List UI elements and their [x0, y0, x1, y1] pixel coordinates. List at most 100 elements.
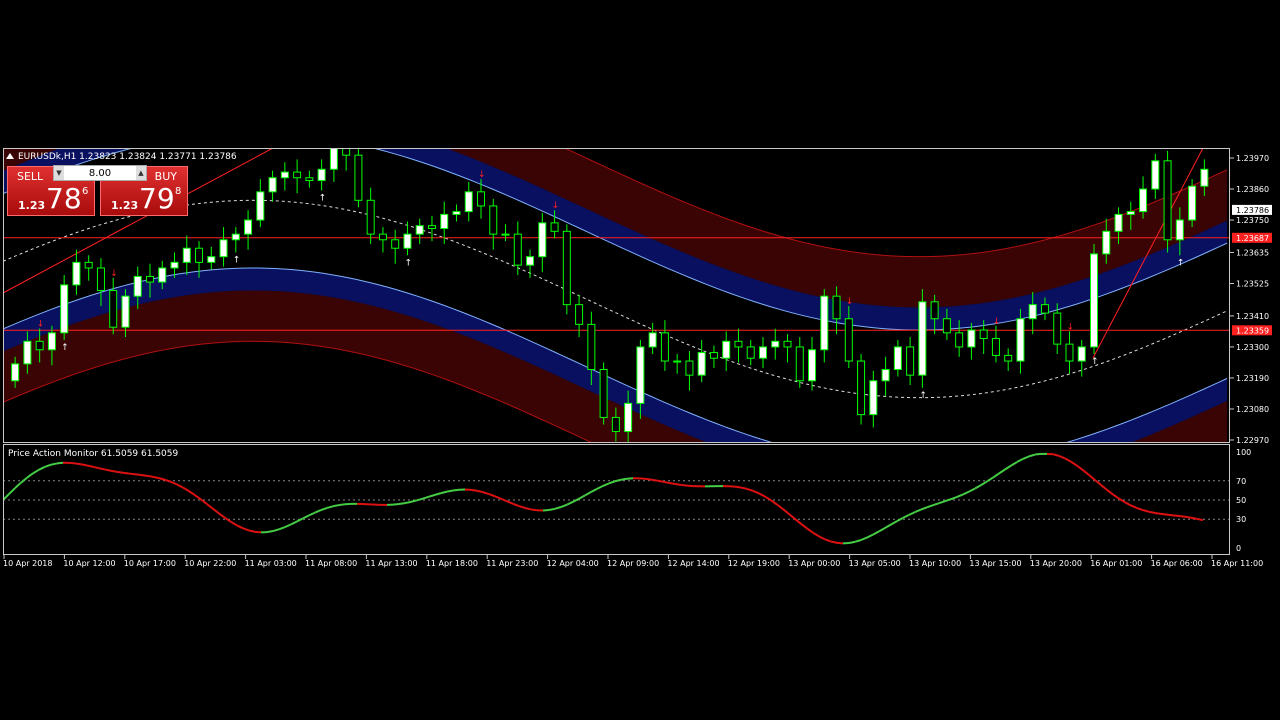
- lot-size-input[interactable]: [66, 166, 134, 180]
- candle-body: [1151, 160, 1160, 190]
- time-axis-label: 12 Apr 09:00: [607, 559, 659, 568]
- oscillator-segment: [1052, 453, 1060, 457]
- oscillator-segment: [140, 474, 148, 477]
- oscillator-segment: [20, 476, 28, 484]
- time-axis-label: 12 Apr 19:00: [728, 559, 780, 568]
- oscillator-segment: [32, 468, 40, 475]
- candle-body: [378, 233, 387, 241]
- candle-body: [452, 211, 461, 215]
- lot-size-field: ▼ ▲: [53, 165, 147, 181]
- oscillator-segment: [896, 516, 904, 522]
- price-axis-label: 1.22970: [1236, 436, 1269, 445]
- oscillator-segment: [524, 507, 532, 511]
- oscillator-axis-label: 0: [1236, 544, 1241, 553]
- oscillator-segment: [206, 503, 214, 510]
- oscillator-segment: [482, 491, 490, 496]
- candle-body: [84, 261, 93, 269]
- buy-arrow-icon: ↑: [1177, 258, 1185, 268]
- oscillator-axis-label: 70: [1236, 477, 1246, 486]
- oscillator-segment: [236, 524, 244, 530]
- candle-body: [244, 219, 253, 235]
- candle-body: [538, 222, 547, 258]
- oscillator-segment: [230, 521, 238, 527]
- oscillator-segment: [980, 480, 988, 486]
- candle-body: [930, 301, 939, 320]
- candle-body: [746, 346, 755, 359]
- oscillator-segment: [908, 511, 916, 516]
- candle-body: [366, 199, 375, 235]
- lower-outer-band: [3, 290, 1227, 442]
- price-axis-label: 1.23750: [1236, 216, 1269, 225]
- oscillator-segment: [422, 495, 430, 500]
- price-axis-label: 1.23860: [1236, 185, 1269, 194]
- oscillator-segment: [404, 500, 412, 505]
- candle-body: [648, 332, 657, 348]
- chart-canvas[interactable]: ↓↑↓↑↑↑↓↓↓↑↓↓↑↑ 1.239701.238601.237501.23…: [3, 148, 1276, 572]
- lot-increase-icon[interactable]: ▲: [136, 166, 146, 180]
- oscillator-segment: [1148, 510, 1156, 514]
- candle-body: [280, 171, 289, 179]
- buy-arrow-icon: ↑: [919, 391, 927, 401]
- candle-body: [415, 225, 424, 235]
- buy-price-prefix: 1.23: [111, 199, 139, 212]
- lot-decrease-icon[interactable]: ▼: [54, 166, 64, 180]
- oscillator-segment: [440, 490, 448, 495]
- oscillator-segment: [878, 527, 886, 533]
- time-axis-label: 10 Apr 17:00: [124, 559, 176, 568]
- oscillator-segment: [74, 462, 82, 466]
- candle-body: [636, 346, 645, 404]
- buy-arrow-icon: ↑: [1091, 357, 1099, 367]
- oscillator-segment: [680, 483, 688, 487]
- oscillator-segment: [566, 500, 574, 506]
- candle-body: [109, 290, 118, 328]
- oscillator-segment: [68, 461, 76, 465]
- candle-body: [158, 267, 167, 283]
- oscillator-segment: [902, 513, 910, 519]
- buy-arrow-icon: ↑: [61, 343, 69, 353]
- oscillator-segment: [668, 481, 676, 486]
- candle-body: [268, 177, 277, 193]
- oscillator-segment: [554, 506, 562, 510]
- oscillator-segment: [1172, 514, 1180, 518]
- candle-body: [1053, 312, 1062, 345]
- candle-body: [403, 233, 412, 249]
- sub-frame: [3, 444, 1230, 555]
- candle-body: [1188, 185, 1197, 221]
- oscillator-segment: [578, 494, 586, 500]
- sell-price-fraction: 6: [82, 186, 89, 197]
- chart-window[interactable]: ↓ ↑ ↓ ↑ ↑ ↑ ↓ ↓ ↓ ↑ ↓ ↓ ↑ ↑ 1.23970 1.23860 1.23750 1.23…: [3, 148, 1276, 572]
- oscillator-segment: [1022, 455, 1030, 460]
- candle-body: [145, 275, 154, 283]
- oscillator-segment: [584, 491, 592, 497]
- oscillator-segment: [188, 490, 196, 496]
- oscillator-segment: [470, 488, 478, 492]
- candle-body: [60, 284, 69, 334]
- oscillator-segment: [926, 504, 934, 509]
- candle-body: [133, 275, 142, 297]
- candle-body: [893, 346, 902, 371]
- candle-body: [501, 233, 510, 236]
- oscillator-segment: [398, 502, 406, 506]
- candle-body: [11, 363, 20, 382]
- candle-body: [771, 340, 780, 348]
- oscillator-segment: [332, 504, 340, 508]
- candle-body: [587, 323, 596, 371]
- oscillator-segment: [1112, 493, 1120, 500]
- oscillator-segment: [500, 497, 508, 503]
- oscillator-segment: [434, 492, 442, 496]
- oscillator-segment: [914, 508, 922, 514]
- time-axis-label: 12 Apr 04:00: [547, 559, 599, 568]
- time-axis-label: 11 Apr 18:00: [426, 559, 478, 568]
- oscillator-segment: [572, 497, 580, 503]
- oscillator-segment: [278, 526, 286, 531]
- candle-body: [869, 380, 878, 416]
- oscillator-segment: [410, 499, 418, 503]
- candle-body: [881, 369, 890, 382]
- oscillator-segment: [452, 488, 460, 492]
- candle-body: [1090, 253, 1099, 348]
- oscillator-segment: [254, 530, 262, 534]
- time-axis-label: 16 Apr 01:00: [1090, 559, 1142, 568]
- oscillator-segment: [644, 477, 652, 481]
- oscillator-segment: [872, 530, 880, 536]
- price-axis-label: 1.23300: [1236, 343, 1269, 352]
